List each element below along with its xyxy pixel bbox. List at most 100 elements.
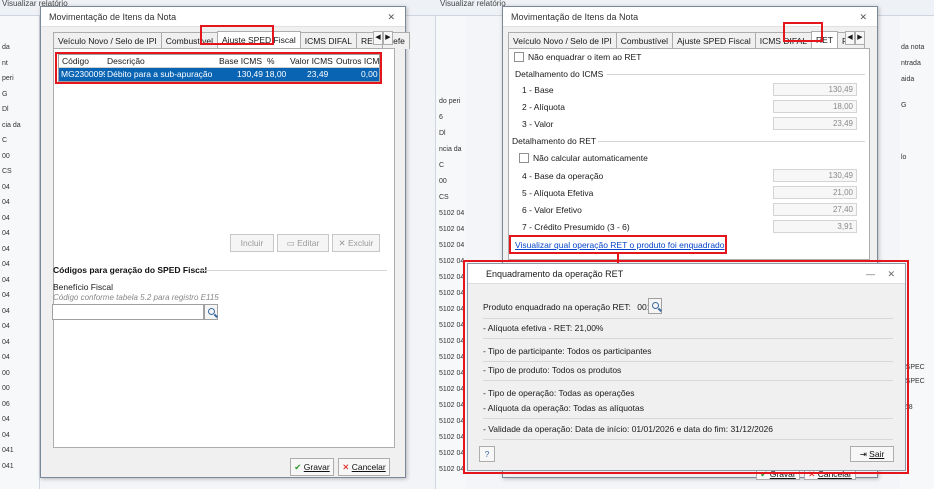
grid-header-percent[interactable]: %	[267, 56, 275, 66]
beneficio-hint: Código conforme tabela 5.2 para registro…	[53, 293, 219, 302]
close-icon[interactable]: ✕	[387, 7, 395, 27]
cell-outros-icms: 0,00	[361, 69, 378, 79]
sair-button[interactable]: ⇥ Sair	[850, 446, 894, 462]
incluir-label: Incluir	[240, 238, 264, 248]
table-row[interactable]: MG2300099 Débito para a sub-apuração dc …	[59, 68, 379, 81]
folder-icon: ▭	[286, 238, 298, 248]
beneficio-search-button[interactable]	[204, 304, 218, 320]
popup-divider	[483, 338, 893, 339]
background-left-column: da nt peri G Dl cia da C 00 CS 04 04 04 04 04 04 04 04 04…	[0, 16, 40, 489]
background-cell: G	[2, 90, 8, 98]
tipo-produto-row: - Tipo de produto: Todos os produtos	[483, 365, 622, 375]
tab-scroll-right-icon[interactable]: ▶	[383, 31, 393, 45]
background-cell: 04	[2, 431, 10, 439]
gravar-button-left[interactable]: ✔ Gravar	[290, 458, 334, 476]
incluir-button[interactable]: Incluir	[230, 234, 274, 252]
background-cell: 04	[2, 245, 10, 253]
nao-calcular-checkbox[interactable]	[519, 153, 529, 163]
background-cell: 041	[2, 462, 14, 470]
visualizar-ret-link[interactable]: Visualizar qual operação RET o produto f…	[515, 240, 725, 250]
gravar-label: Gravar	[303, 462, 330, 472]
tab-icms-difal[interactable]: ICMS DIFAL	[299, 32, 357, 49]
background-mid-gap	[406, 16, 436, 489]
validade-row: - Validade da operação: Data de início: …	[483, 424, 773, 434]
icms-section-divider	[607, 74, 865, 75]
background-cell: peri	[2, 75, 14, 82]
background-cell: Dl	[2, 106, 9, 113]
tab-combustivel[interactable]: Combustível	[160, 32, 219, 49]
produto-label: Produto enquadrado na operação RET:	[483, 302, 631, 312]
tab-scroll-right-icon[interactable]: ▶	[855, 31, 865, 45]
ajuste-grid: Código Descrição Base ICMS % Valor ICMS …	[58, 54, 380, 82]
background-cell: do peri	[439, 98, 461, 105]
cell-descricao: Débito para a sub-apuração dc	[107, 69, 213, 79]
background-cell: 5102 04	[439, 258, 465, 265]
exit-icon: ⇥	[859, 449, 870, 459]
help-button[interactable]: ?	[479, 446, 495, 462]
background-cell: CS	[439, 194, 449, 201]
background-cell: 04	[2, 292, 10, 299]
icms-aliquota-label: 2 - Alíquota	[522, 102, 566, 112]
grid-header-valor-icms[interactable]: Valor ICMS	[290, 56, 333, 66]
background-cell: da nota	[901, 44, 925, 51]
grid-header-codigo[interactable]: Código	[62, 56, 89, 66]
background-cell: 06	[2, 400, 10, 408]
nao-calcular-label: Não calcular automaticamente	[533, 153, 648, 163]
bg-menu-visualizar-right: Visualizar relatório	[440, 0, 506, 8]
ret-credito-field: 3,91	[773, 220, 857, 233]
background-cell: 5102 04	[439, 274, 465, 281]
tab-veiculo-novo[interactable]: Veículo Novo / Selo de IPI	[53, 32, 162, 49]
help-icon: ?	[484, 449, 490, 459]
background-cell: 00	[439, 178, 447, 185]
background-cell: 5102 04	[439, 226, 465, 233]
tab-ret[interactable]: RET	[810, 31, 838, 49]
ret-base-field: 130,49	[773, 169, 857, 182]
produto-row: Produto enquadrado na operação RET: 001	[483, 302, 651, 312]
sair-label: Sair	[869, 449, 885, 459]
background-cell: 5102 04	[439, 402, 465, 409]
beneficio-fiscal-input[interactable]	[52, 304, 204, 320]
background-cell: 04	[2, 199, 10, 206]
close-icon[interactable]: ✕	[887, 264, 895, 284]
tab-veiculo-novo[interactable]: Veículo Novo / Selo de IPI	[508, 32, 617, 49]
tab-scroll-arrows: ◀ ▶	[845, 31, 865, 45]
tab-scroll-left-icon[interactable]: ◀	[845, 31, 855, 45]
cell-valor-icms: 23,49	[307, 69, 329, 79]
cell-base-icms: 130,49	[237, 69, 263, 79]
popup-divider	[483, 418, 893, 419]
background-cell: 5102 04	[439, 242, 465, 249]
cancelar-label: Cancelar	[351, 462, 386, 472]
grid-header-base-icms[interactable]: Base ICMS	[219, 56, 262, 66]
tab-icms-difal[interactable]: ICMS DIFAL	[754, 32, 812, 49]
produto-search-button[interactable]	[648, 298, 662, 314]
minimize-icon[interactable]: —	[866, 264, 875, 284]
nao-enquadrar-checkbox[interactable]	[514, 52, 524, 62]
close-icon[interactable]: ✕	[859, 7, 867, 27]
tab-ajuste-sped-fiscal[interactable]: Ajuste SPED Fiscal	[217, 31, 301, 49]
check-icon: ✔	[294, 462, 304, 472]
icms-valor-field: 23,49	[773, 117, 857, 130]
excluir-button[interactable]: ✕ Excluir	[332, 234, 380, 252]
background-cell: G	[901, 102, 907, 109]
background-mid-column: do peri 6 Dl ncia da C 00 CS 5102 04 5102 04 5102…	[436, 16, 466, 489]
tipo-participante-row: - Tipo de participante: Todos os partici…	[483, 346, 652, 356]
cell-percent: 18,00	[265, 69, 287, 79]
background-cell: 5102 04	[439, 434, 465, 441]
search-icon	[208, 308, 215, 315]
background-cell: 5102 04	[439, 354, 465, 361]
grid-header-outros-icms[interactable]: Outros ICMS	[336, 56, 379, 66]
tab-scroll-left-icon[interactable]: ◀	[373, 31, 383, 45]
tab-ajuste-sped-fiscal[interactable]: Ajuste SPED Fiscal	[672, 32, 756, 49]
background-cell: ncia da	[439, 146, 462, 153]
ret-base-label: 4 - Base da operação	[522, 171, 604, 181]
enquadramento-popup: Enquadramento da operação RET — ✕ Produt…	[467, 263, 906, 471]
right-dialog-title: Movimentação de Itens da Nota ✕	[503, 7, 877, 27]
x-icon: ✕	[342, 462, 352, 472]
x-icon: ✕	[338, 238, 348, 248]
cancelar-button-left[interactable]: ✕ Cancelar	[338, 458, 390, 476]
background-cell: cia da	[2, 121, 21, 129]
tab-combustivel[interactable]: Combustível	[615, 32, 674, 49]
background-cell: lo	[901, 154, 907, 161]
grid-header-descricao[interactable]: Descrição	[107, 56, 145, 66]
editar-button[interactable]: ▭ Editar	[277, 234, 329, 252]
